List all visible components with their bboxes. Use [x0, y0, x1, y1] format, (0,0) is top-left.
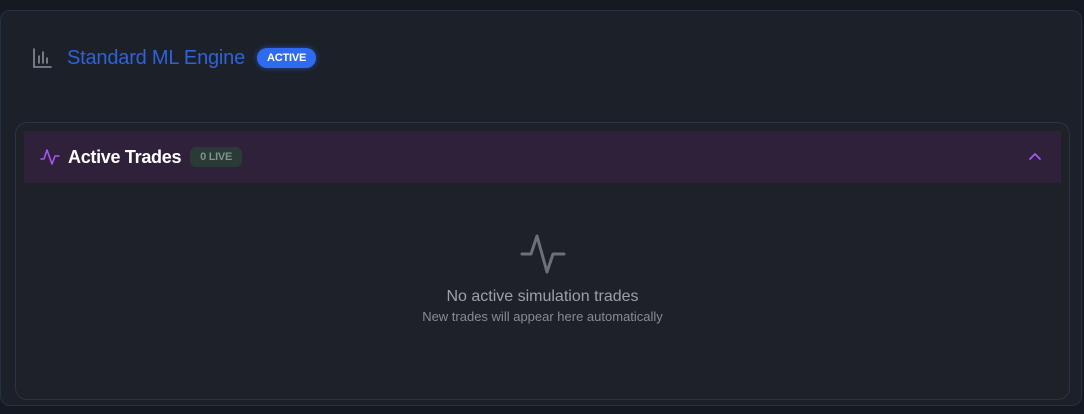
empty-state-subtitle: New trades will appear here automaticall…: [422, 309, 663, 324]
bar-chart-icon: [31, 47, 53, 69]
empty-state-title: No active simulation trades: [446, 288, 639, 305]
chevron-up-icon[interactable]: [1027, 149, 1043, 165]
engine-header: Standard ML Engine ACTIVE: [31, 45, 317, 71]
active-trades-panel: Active Trades 0 LIVE No active simulatio…: [15, 122, 1070, 400]
activity-pulse-icon: [40, 147, 60, 167]
engine-status-badge: ACTIVE: [257, 48, 317, 68]
active-trades-title: Active Trades: [68, 146, 182, 167]
active-trades-header[interactable]: Active Trades 0 LIVE: [24, 131, 1061, 183]
empty-state: No active simulation trades New trades w…: [16, 229, 1069, 324]
activity-pulse-icon: [519, 229, 567, 277]
strategy-card: Standard ML Engine ACTIVE Active Trades …: [0, 10, 1082, 406]
live-count-badge: 0 LIVE: [190, 147, 242, 167]
engine-title: Standard ML Engine: [67, 46, 246, 69]
